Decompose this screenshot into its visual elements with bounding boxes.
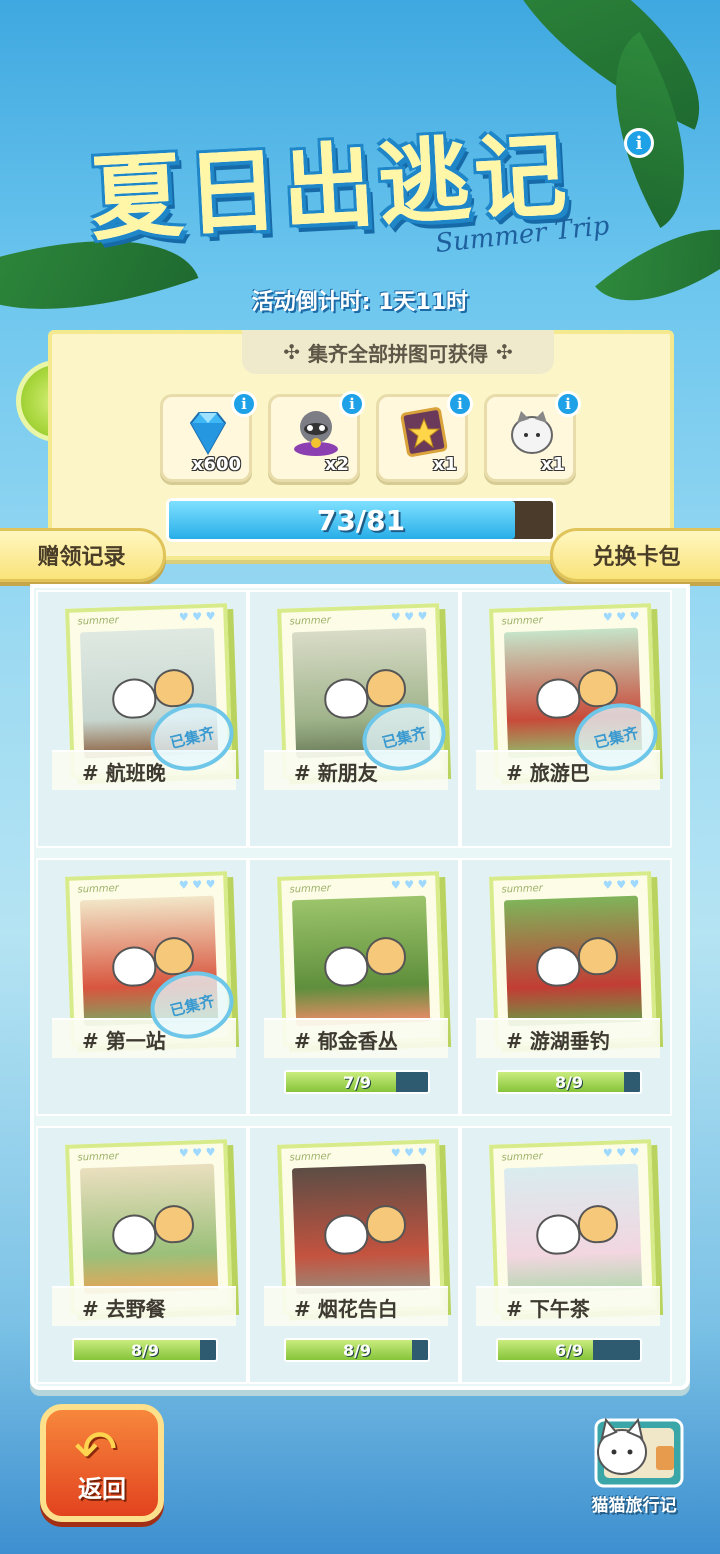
card-illustration <box>291 1163 431 1295</box>
star-card-icon <box>400 407 448 457</box>
album-card[interactable]: summer ♥ ♥ ♥ # 新朋友 已集齐 <box>248 590 460 848</box>
cat-journal-button[interactable]: 猫猫旅行记 <box>574 1406 694 1516</box>
card-tag: summer <box>77 883 120 896</box>
card-tag: summer <box>289 615 332 628</box>
cat-pillow-icon <box>511 411 553 454</box>
reward-item-raccoon[interactable]: x2 i <box>268 391 365 482</box>
collection-progress-text: 73/81 <box>316 503 406 537</box>
diamond-icon <box>189 412 227 456</box>
orange-cat-figure <box>365 668 407 708</box>
card-album: summer ♥ ♥ ♥ # 航班晚 已集齐 summer ♥ ♥ ♥ # 新朋… <box>30 584 690 1390</box>
album-card[interactable]: summer ♥ ♥ ♥ # 去野餐 8/9 <box>36 1126 248 1384</box>
white-cat-figure <box>535 1213 581 1256</box>
reward-qty: x1 <box>432 454 457 475</box>
card-tag: summer <box>289 1151 332 1164</box>
album-card[interactable]: summer ♥ ♥ ♥ # 郁金香丛 7/9 <box>248 858 460 1116</box>
white-cat-figure <box>323 677 369 720</box>
sparkle-icon: ✣ <box>283 340 300 364</box>
album-card[interactable]: summer ♥ ♥ ♥ # 下午茶 6/9 <box>460 1126 672 1384</box>
card-tag: summer <box>501 1151 544 1164</box>
heart-icons: ♥ ♥ ♥ <box>178 609 216 624</box>
card-tag: summer <box>501 615 544 628</box>
event-info-icon[interactable]: i <box>624 128 654 158</box>
card-label: # 去野餐 <box>52 1286 236 1326</box>
orange-cat-figure <box>153 936 195 976</box>
card-progress-text: 6/9 <box>554 1340 584 1360</box>
card-progress-text: 7/9 <box>342 1072 372 1092</box>
heart-icons: ♥ ♥ ♥ <box>178 1145 216 1160</box>
card-progress-bar: 7/9 <box>284 1070 430 1094</box>
event-countdown: 活动倒计时: 1天11时 <box>251 290 469 315</box>
card-progress-bar: 8/9 <box>72 1338 218 1362</box>
back-button[interactable]: ↶ 返回 <box>40 1404 164 1522</box>
heart-icons: ♥ ♥ ♥ <box>602 1145 640 1160</box>
album-card[interactable]: summer ♥ ♥ ♥ # 航班晚 已集齐 <box>36 590 248 848</box>
card-tag: summer <box>501 883 544 896</box>
white-cat-figure <box>535 945 581 988</box>
album-card[interactable]: summer ♥ ♥ ♥ # 游湖垂钓 8/9 <box>460 858 672 1116</box>
orange-cat-figure <box>577 936 619 976</box>
heart-icons: ♥ ♥ ♥ <box>178 877 216 892</box>
reward-item-diamond[interactable]: x600 i <box>160 391 257 482</box>
reward-banner: ✣ 集齐全部拼图可获得 ✣ <box>242 330 554 374</box>
white-cat-figure <box>535 677 581 720</box>
card-tag: summer <box>77 615 120 628</box>
exchange-pack-button[interactable]: 兑换卡包 <box>550 528 720 582</box>
reward-banner-text: 集齐全部拼图可获得 <box>308 341 488 366</box>
white-cat-figure <box>323 1213 369 1256</box>
album-card[interactable]: summer ♥ ♥ ♥ # 旅游巴 已集齐 <box>460 590 672 848</box>
reward-item-cat-pillow[interactable]: x1 i <box>484 391 581 482</box>
reward-info-icon[interactable]: i <box>447 391 473 417</box>
orange-cat-figure <box>577 668 619 708</box>
heart-icons: ♥ ♥ ♥ <box>602 609 640 624</box>
card-progress-bar: 8/9 <box>284 1338 430 1362</box>
orange-cat-figure <box>153 668 195 708</box>
reward-panel: ✣ 集齐全部拼图可获得 ✣ x600 i x2 i x1 i x1 i 73/8… <box>48 330 674 560</box>
event-title-logo: 夏日出逃记 Summer Trip <box>70 108 660 288</box>
card-progress-bar: 6/9 <box>496 1338 642 1362</box>
card-illustration <box>503 1163 643 1295</box>
reward-item-star-card[interactable]: x1 i <box>376 391 473 482</box>
sparkle-icon: ✣ <box>496 340 513 364</box>
heart-icons: ♥ ♥ ♥ <box>390 1145 428 1160</box>
card-illustration <box>79 1163 219 1295</box>
white-cat-figure <box>323 945 369 988</box>
white-cat-figure <box>111 1213 157 1256</box>
card-label: # 烟花告白 <box>264 1286 448 1326</box>
card-progress-text: 8/9 <box>554 1072 584 1092</box>
reward-info-icon[interactable]: i <box>555 391 581 417</box>
reward-qty: x1 <box>540 454 565 475</box>
card-progress-text: 8/9 <box>130 1340 160 1360</box>
collection-progress-bar: 73/81 <box>166 498 556 542</box>
reward-info-icon[interactable]: i <box>339 391 365 417</box>
reward-qty: x2 <box>324 454 349 475</box>
card-tag: summer <box>77 1151 120 1164</box>
raccoon-figure-icon <box>294 411 338 456</box>
reward-qty: x600 <box>191 454 241 475</box>
card-progress-text: 8/9 <box>342 1340 372 1360</box>
gift-record-button[interactable]: 赠领记录 <box>0 528 166 582</box>
card-label: # 游湖垂钓 <box>476 1018 660 1058</box>
card-tag: summer <box>289 883 332 896</box>
white-cat-figure <box>111 945 157 988</box>
white-cat-figure <box>111 677 157 720</box>
reward-info-icon[interactable]: i <box>231 391 257 417</box>
back-button-label: 返回 <box>78 1475 126 1503</box>
orange-cat-figure <box>365 1204 407 1244</box>
cat-journal-label: 猫猫旅行记 <box>591 1496 677 1516</box>
heart-icons: ♥ ♥ ♥ <box>390 877 428 892</box>
card-illustration <box>503 895 643 1027</box>
orange-cat-figure <box>153 1204 195 1244</box>
card-label: # 下午茶 <box>476 1286 660 1326</box>
album-card[interactable]: summer ♥ ♥ ♥ # 烟花告白 8/9 <box>248 1126 460 1384</box>
card-label: # 郁金香丛 <box>264 1018 448 1058</box>
heart-icons: ♥ ♥ ♥ <box>390 609 428 624</box>
album-card[interactable]: summer ♥ ♥ ♥ # 第一站 已集齐 <box>36 858 248 1116</box>
card-illustration <box>291 895 431 1027</box>
cat-journal-icon <box>594 1417 684 1488</box>
orange-cat-figure <box>577 1204 619 1244</box>
card-progress-bar: 8/9 <box>496 1070 642 1094</box>
heart-icons: ♥ ♥ ♥ <box>602 877 640 892</box>
orange-cat-figure <box>365 936 407 976</box>
